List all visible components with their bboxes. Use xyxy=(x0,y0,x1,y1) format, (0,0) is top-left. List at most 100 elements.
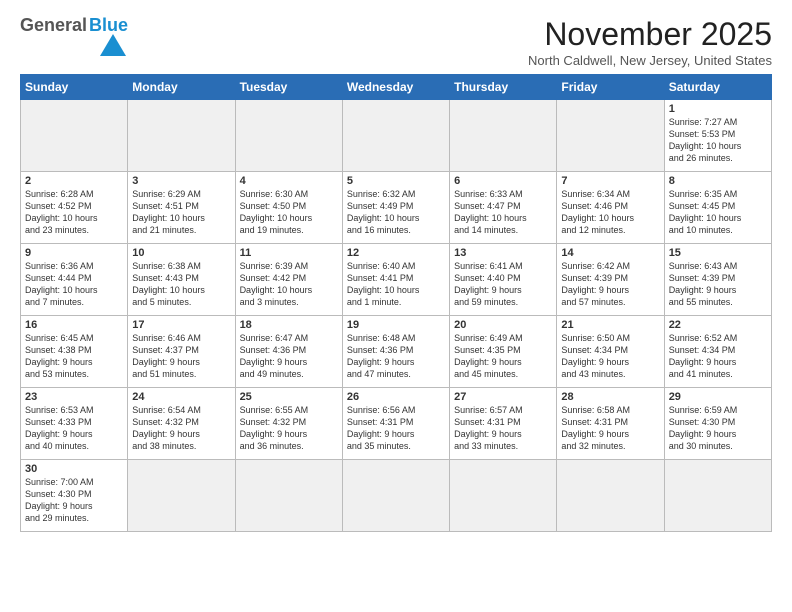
day-number: 19 xyxy=(347,319,445,331)
calendar-cell xyxy=(342,100,449,172)
day-info: Sunrise: 6:36 AM Sunset: 4:44 PM Dayligh… xyxy=(25,260,123,309)
calendar-cell: 3Sunrise: 6:29 AM Sunset: 4:51 PM Daylig… xyxy=(128,172,235,244)
calendar-cell xyxy=(450,100,557,172)
calendar-cell: 1Sunrise: 7:27 AM Sunset: 5:53 PM Daylig… xyxy=(664,100,771,172)
day-number: 18 xyxy=(240,319,338,331)
day-info: Sunrise: 6:57 AM Sunset: 4:31 PM Dayligh… xyxy=(454,404,552,453)
day-number: 28 xyxy=(561,391,659,403)
day-number: 17 xyxy=(132,319,230,331)
day-number: 1 xyxy=(669,103,767,115)
calendar-cell xyxy=(128,460,235,532)
calendar-week-row: 23Sunrise: 6:53 AM Sunset: 4:33 PM Dayli… xyxy=(21,388,772,460)
logo: General Blue xyxy=(20,16,128,56)
weekday-header-wednesday: Wednesday xyxy=(342,75,449,100)
calendar-cell: 11Sunrise: 6:39 AM Sunset: 4:42 PM Dayli… xyxy=(235,244,342,316)
calendar-cell: 13Sunrise: 6:41 AM Sunset: 4:40 PM Dayli… xyxy=(450,244,557,316)
day-info: Sunrise: 6:49 AM Sunset: 4:35 PM Dayligh… xyxy=(454,332,552,381)
calendar-cell xyxy=(664,460,771,532)
calendar-cell: 2Sunrise: 6:28 AM Sunset: 4:52 PM Daylig… xyxy=(21,172,128,244)
weekday-header-monday: Monday xyxy=(128,75,235,100)
calendar-cell: 10Sunrise: 6:38 AM Sunset: 4:43 PM Dayli… xyxy=(128,244,235,316)
calendar-cell xyxy=(21,100,128,172)
calendar-cell: 17Sunrise: 6:46 AM Sunset: 4:37 PM Dayli… xyxy=(128,316,235,388)
calendar-cell: 28Sunrise: 6:58 AM Sunset: 4:31 PM Dayli… xyxy=(557,388,664,460)
day-info: Sunrise: 6:59 AM Sunset: 4:30 PM Dayligh… xyxy=(669,404,767,453)
calendar-cell: 20Sunrise: 6:49 AM Sunset: 4:35 PM Dayli… xyxy=(450,316,557,388)
calendar-cell xyxy=(342,460,449,532)
day-number: 10 xyxy=(132,247,230,259)
calendar-cell: 9Sunrise: 6:36 AM Sunset: 4:44 PM Daylig… xyxy=(21,244,128,316)
day-info: Sunrise: 6:29 AM Sunset: 4:51 PM Dayligh… xyxy=(132,188,230,237)
calendar-cell xyxy=(235,460,342,532)
calendar-page: General Blue November 2025 North Caldwel… xyxy=(0,0,792,612)
day-number: 21 xyxy=(561,319,659,331)
day-number: 26 xyxy=(347,391,445,403)
calendar-cell: 21Sunrise: 6:50 AM Sunset: 4:34 PM Dayli… xyxy=(557,316,664,388)
calendar-cell: 22Sunrise: 6:52 AM Sunset: 4:34 PM Dayli… xyxy=(664,316,771,388)
calendar-cell xyxy=(450,460,557,532)
calendar-week-row: 9Sunrise: 6:36 AM Sunset: 4:44 PM Daylig… xyxy=(21,244,772,316)
day-number: 9 xyxy=(25,247,123,259)
logo-blue: Blue xyxy=(89,16,128,34)
day-info: Sunrise: 7:27 AM Sunset: 5:53 PM Dayligh… xyxy=(669,116,767,165)
logo-general: General xyxy=(20,16,87,34)
day-number: 25 xyxy=(240,391,338,403)
day-info: Sunrise: 6:58 AM Sunset: 4:31 PM Dayligh… xyxy=(561,404,659,453)
calendar-cell: 14Sunrise: 6:42 AM Sunset: 4:39 PM Dayli… xyxy=(557,244,664,316)
calendar-cell xyxy=(557,100,664,172)
day-info: Sunrise: 6:48 AM Sunset: 4:36 PM Dayligh… xyxy=(347,332,445,381)
day-info: Sunrise: 6:32 AM Sunset: 4:49 PM Dayligh… xyxy=(347,188,445,237)
day-number: 6 xyxy=(454,175,552,187)
day-number: 20 xyxy=(454,319,552,331)
calendar-cell: 16Sunrise: 6:45 AM Sunset: 4:38 PM Dayli… xyxy=(21,316,128,388)
day-info: Sunrise: 6:33 AM Sunset: 4:47 PM Dayligh… xyxy=(454,188,552,237)
calendar-cell: 12Sunrise: 6:40 AM Sunset: 4:41 PM Dayli… xyxy=(342,244,449,316)
day-number: 5 xyxy=(347,175,445,187)
day-info: Sunrise: 6:46 AM Sunset: 4:37 PM Dayligh… xyxy=(132,332,230,381)
day-info: Sunrise: 6:42 AM Sunset: 4:39 PM Dayligh… xyxy=(561,260,659,309)
calendar-cell xyxy=(128,100,235,172)
calendar-cell: 18Sunrise: 6:47 AM Sunset: 4:36 PM Dayli… xyxy=(235,316,342,388)
day-number: 27 xyxy=(454,391,552,403)
calendar-cell: 6Sunrise: 6:33 AM Sunset: 4:47 PM Daylig… xyxy=(450,172,557,244)
calendar-cell: 19Sunrise: 6:48 AM Sunset: 4:36 PM Dayli… xyxy=(342,316,449,388)
weekday-header-saturday: Saturday xyxy=(664,75,771,100)
calendar-cell: 7Sunrise: 6:34 AM Sunset: 4:46 PM Daylig… xyxy=(557,172,664,244)
calendar-cell: 15Sunrise: 6:43 AM Sunset: 4:39 PM Dayli… xyxy=(664,244,771,316)
calendar-cell: 29Sunrise: 6:59 AM Sunset: 4:30 PM Dayli… xyxy=(664,388,771,460)
weekday-header-tuesday: Tuesday xyxy=(235,75,342,100)
calendar-cell: 5Sunrise: 6:32 AM Sunset: 4:49 PM Daylig… xyxy=(342,172,449,244)
day-number: 8 xyxy=(669,175,767,187)
day-info: Sunrise: 6:34 AM Sunset: 4:46 PM Dayligh… xyxy=(561,188,659,237)
day-number: 2 xyxy=(25,175,123,187)
day-number: 13 xyxy=(454,247,552,259)
day-info: Sunrise: 6:35 AM Sunset: 4:45 PM Dayligh… xyxy=(669,188,767,237)
day-info: Sunrise: 6:50 AM Sunset: 4:34 PM Dayligh… xyxy=(561,332,659,381)
header: General Blue November 2025 North Caldwel… xyxy=(20,16,772,68)
day-number: 29 xyxy=(669,391,767,403)
day-info: Sunrise: 6:43 AM Sunset: 4:39 PM Dayligh… xyxy=(669,260,767,309)
calendar-cell: 30Sunrise: 7:00 AM Sunset: 4:30 PM Dayli… xyxy=(21,460,128,532)
calendar-cell: 26Sunrise: 6:56 AM Sunset: 4:31 PM Dayli… xyxy=(342,388,449,460)
day-number: 7 xyxy=(561,175,659,187)
day-info: Sunrise: 6:47 AM Sunset: 4:36 PM Dayligh… xyxy=(240,332,338,381)
calendar-week-row: 1Sunrise: 7:27 AM Sunset: 5:53 PM Daylig… xyxy=(21,100,772,172)
weekday-header-thursday: Thursday xyxy=(450,75,557,100)
weekday-header-sunday: Sunday xyxy=(21,75,128,100)
calendar-cell xyxy=(235,100,342,172)
day-number: 24 xyxy=(132,391,230,403)
day-number: 11 xyxy=(240,247,338,259)
weekday-header-row: SundayMondayTuesdayWednesdayThursdayFrid… xyxy=(21,75,772,100)
day-number: 22 xyxy=(669,319,767,331)
calendar-title: November 2025 xyxy=(528,16,772,53)
day-number: 30 xyxy=(25,463,123,475)
day-number: 23 xyxy=(25,391,123,403)
day-number: 16 xyxy=(25,319,123,331)
title-block: November 2025 North Caldwell, New Jersey… xyxy=(528,16,772,68)
calendar-week-row: 16Sunrise: 6:45 AM Sunset: 4:38 PM Dayli… xyxy=(21,316,772,388)
day-info: Sunrise: 6:55 AM Sunset: 4:32 PM Dayligh… xyxy=(240,404,338,453)
day-info: Sunrise: 6:39 AM Sunset: 4:42 PM Dayligh… xyxy=(240,260,338,309)
day-number: 14 xyxy=(561,247,659,259)
day-info: Sunrise: 6:41 AM Sunset: 4:40 PM Dayligh… xyxy=(454,260,552,309)
day-number: 3 xyxy=(132,175,230,187)
